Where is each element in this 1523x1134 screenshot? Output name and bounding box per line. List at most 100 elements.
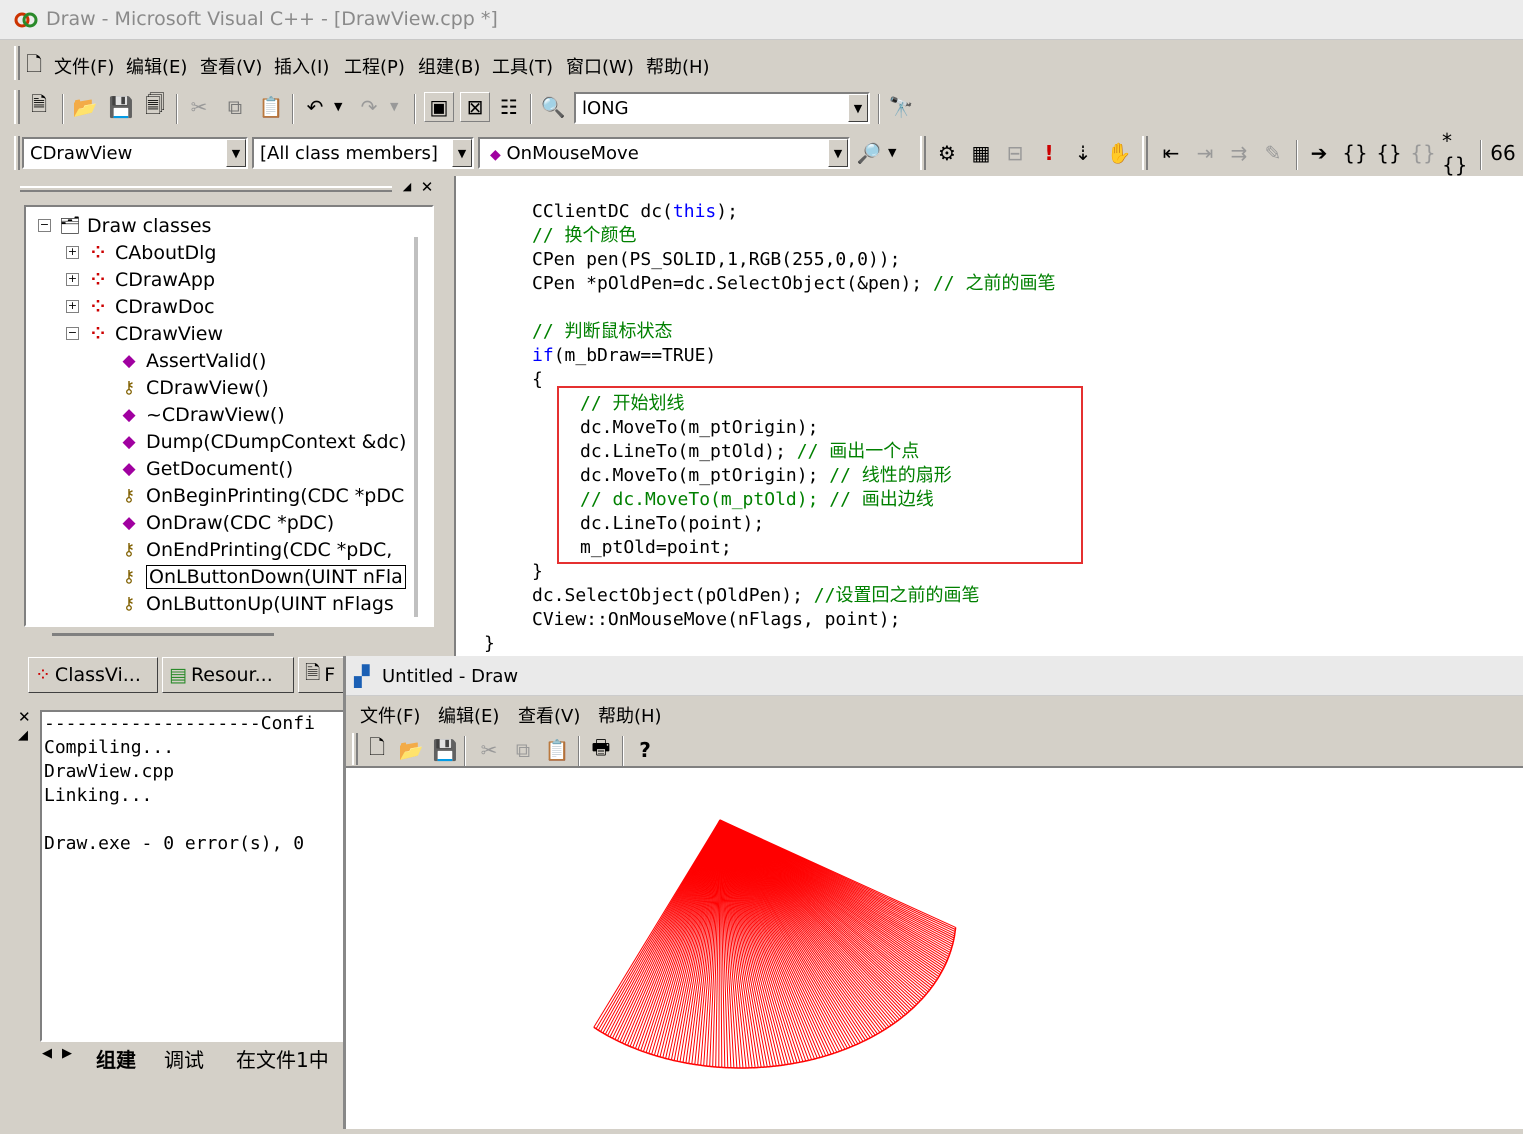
tab-resourceview[interactable]: ▤Resour...: [162, 657, 294, 693]
wizard-action-dropdown-icon[interactable]: ▼: [888, 146, 896, 159]
execute-icon[interactable]: !: [1034, 138, 1064, 168]
new-text-file-icon[interactable]: 🗎: [24, 92, 54, 122]
menubar-grip[interactable]: [14, 46, 20, 80]
new-file-icon[interactable]: 🗋: [362, 735, 392, 765]
print-icon[interactable]: 🖶: [586, 735, 616, 765]
save-icon[interactable]: 💾: [430, 735, 460, 765]
tree-member[interactable]: ⚷OnLButtonUp(UINT nFlags: [118, 590, 394, 617]
tree-member[interactable]: ◆~CDrawView(): [118, 401, 285, 428]
quickwatch-icon[interactable]: 66: [1488, 138, 1518, 168]
collapse-icon[interactable]: −: [66, 327, 79, 340]
toolbar-grip[interactable]: [1142, 136, 1148, 170]
toolbar-grip[interactable]: [14, 90, 20, 124]
chevron-down-icon[interactable]: ▼: [452, 139, 472, 167]
menu-insert[interactable]: 插入(I): [274, 53, 329, 79]
expand-icon[interactable]: +: [66, 300, 79, 313]
scroll-right-icon[interactable]: ▶: [62, 1046, 72, 1061]
breakpoint-hand-icon[interactable]: ✋: [1104, 138, 1134, 168]
apply-changes-icon[interactable]: ✎: [1258, 138, 1288, 168]
wizard-action-icon[interactable]: 🔎: [854, 138, 884, 168]
tab-debug[interactable]: 调试: [164, 1044, 204, 1073]
undo-icon[interactable]: ↶: [300, 92, 330, 122]
menu-help[interactable]: 帮助(H): [646, 53, 710, 79]
save-icon[interactable]: 💾: [106, 92, 136, 122]
menu-project[interactable]: 工程(P): [344, 53, 405, 79]
tree-root[interactable]: − 🗂 Draw classes: [38, 212, 211, 239]
menu-window[interactable]: 窗口(W): [566, 53, 634, 79]
menu-build[interactable]: 组建(B): [418, 53, 480, 79]
chevron-down-icon[interactable]: ▼: [226, 139, 246, 167]
menu-edit[interactable]: 编辑(E): [126, 53, 187, 79]
tree-member-selected[interactable]: ⚷OnLButtonDown(UINT nFla: [118, 563, 406, 590]
output-window[interactable]: --------------------Confi Compiling... D…: [40, 710, 350, 1042]
scroll-left-icon[interactable]: ◀: [42, 1046, 52, 1061]
toolbar-grip[interactable]: [14, 136, 20, 170]
document-icon[interactable]: 🗋: [26, 50, 42, 84]
restart-icon[interactable]: ⇤: [1156, 138, 1186, 168]
class-combo[interactable]: CDrawView ▼: [22, 137, 248, 169]
step-over-icon[interactable]: {}: [1374, 138, 1404, 168]
tree-scrollbar[interactable]: [414, 237, 418, 617]
toolbar-grip[interactable]: [352, 733, 358, 765]
open-folder-icon[interactable]: 📂: [396, 735, 426, 765]
tree-member[interactable]: ◆GetDocument(): [118, 455, 293, 482]
close-panel-icon[interactable]: ✕: [418, 178, 436, 196]
app-menu-view[interactable]: 查看(V): [518, 702, 580, 728]
run-to-cursor-icon[interactable]: *{}: [1442, 138, 1472, 168]
open-folder-icon[interactable]: 📂: [70, 92, 100, 122]
tab-build[interactable]: 组建: [96, 1044, 136, 1073]
chevron-down-icon[interactable]: ▼: [848, 94, 868, 122]
class-tree[interactable]: − 🗂 Draw classes + ⁘ CAboutDlg + ⁘ CDraw…: [24, 205, 434, 627]
go-icon[interactable]: ⇣: [1068, 138, 1098, 168]
compile-icon[interactable]: ⚙: [932, 138, 962, 168]
collapse-icon[interactable]: −: [38, 219, 51, 232]
cut-icon[interactable]: ✂: [184, 92, 214, 122]
stop-build-icon[interactable]: ⊟: [1000, 138, 1030, 168]
undo-dropdown-icon[interactable]: ▼: [334, 100, 342, 113]
app-menu-edit[interactable]: 编辑(E): [438, 702, 499, 728]
redo-dropdown-icon[interactable]: ▼: [390, 100, 398, 113]
expand-icon[interactable]: +: [66, 273, 79, 286]
stop-debug-icon[interactable]: ⇥: [1190, 138, 1220, 168]
save-all-icon[interactable]: 🗐: [140, 92, 170, 122]
close-panel-icon[interactable]: ✕: [18, 708, 31, 726]
tree-member[interactable]: ◆AssertValid(): [118, 347, 266, 374]
output-window-icon[interactable]: ⊠: [460, 92, 490, 122]
tree-member[interactable]: ◆OnDraw(CDC *pDC): [118, 509, 334, 536]
tree-hscrollbar[interactable]: [52, 633, 274, 636]
tab-classview[interactable]: ⁘ClassVi...: [28, 657, 158, 693]
member-combo[interactable]: ◆ OnMouseMove ▼: [478, 137, 850, 169]
find-combo[interactable]: lONG ▼: [574, 92, 870, 124]
tree-member[interactable]: ⚷OnEndPrinting(CDC *pDC,: [118, 536, 392, 563]
workspace-icon[interactable]: ▣: [424, 92, 454, 122]
expand-icon[interactable]: +: [66, 246, 79, 259]
code-editor[interactable]: CClientDC dc(this); // 换个颜色 CPen pen(PS_…: [454, 176, 1523, 656]
cut-icon[interactable]: ✂: [474, 735, 504, 765]
filter-combo[interactable]: [All class members] ▼: [252, 137, 474, 169]
tab-find-in-files[interactable]: 在文件1中: [236, 1044, 329, 1073]
step-out-icon[interactable]: {}: [1408, 138, 1438, 168]
app-menu-help[interactable]: 帮助(H): [598, 702, 662, 728]
paste-icon[interactable]: 📋: [256, 92, 286, 122]
show-next-statement-icon[interactable]: ➔: [1304, 138, 1334, 168]
menu-view[interactable]: 查看(V): [200, 53, 262, 79]
tree-class-cdrawdoc[interactable]: + ⁘ CDrawDoc: [66, 293, 215, 320]
menu-tools[interactable]: 工具(T): [492, 53, 553, 79]
build-icon[interactable]: ▦: [966, 138, 996, 168]
copy-icon[interactable]: ⧉: [508, 735, 538, 765]
step-into-icon[interactable]: {}: [1340, 138, 1370, 168]
tab-fileview[interactable]: 🗎F: [298, 657, 344, 693]
tree-member[interactable]: ◆Dump(CDumpContext &dc): [118, 428, 406, 455]
tree-class-cabout[interactable]: + ⁘ CAboutDlg: [66, 239, 216, 266]
redo-icon[interactable]: ↷: [354, 92, 384, 122]
paste-icon[interactable]: 📋: [542, 735, 572, 765]
panel-resize-icon[interactable]: ◢: [18, 728, 28, 743]
panel-grip[interactable]: [20, 186, 392, 192]
tree-member[interactable]: ⚷OnBeginPrinting(CDC *pDC: [118, 482, 404, 509]
tree-member[interactable]: ⚷CDrawView(): [118, 374, 269, 401]
tree-class-cdrawapp[interactable]: + ⁘ CDrawApp: [66, 266, 215, 293]
tree-class-cdrawview[interactable]: − ⁘ CDrawView: [66, 320, 223, 347]
break-icon[interactable]: ⇉: [1224, 138, 1254, 168]
help-question-icon[interactable]: ?: [630, 735, 660, 765]
panel-resize-icon[interactable]: ◢: [398, 180, 416, 198]
